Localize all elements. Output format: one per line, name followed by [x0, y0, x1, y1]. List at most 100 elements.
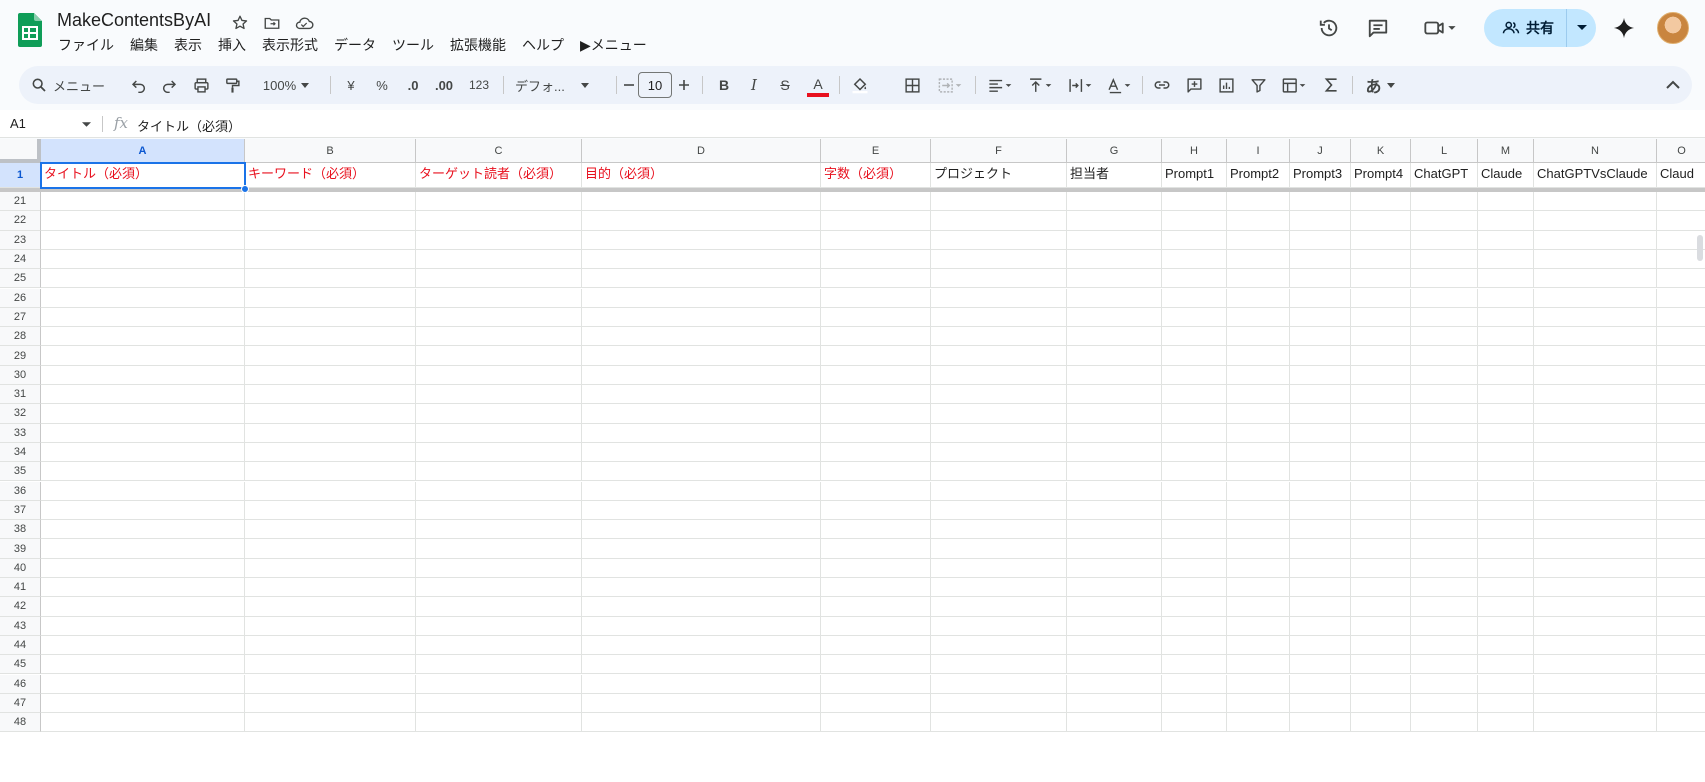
grid-cell[interactable] [1657, 559, 1705, 578]
menu-edit[interactable]: 編集 [130, 35, 166, 55]
grid-cell[interactable] [582, 558, 821, 578]
grid-cell[interactable] [821, 346, 931, 366]
row-header[interactable]: 47 [0, 693, 41, 714]
decrease-font-size-icon[interactable] [621, 66, 637, 104]
grid-cell[interactable] [1411, 655, 1478, 675]
grid-cell[interactable] [41, 520, 245, 540]
grid-cell[interactable] [821, 423, 931, 443]
grid-cell[interactable] [1227, 713, 1290, 733]
grid-cell[interactable] [41, 462, 245, 482]
grid-cell[interactable] [1290, 500, 1351, 521]
grid-cell[interactable] [1067, 327, 1162, 347]
grid-cell[interactable] [1478, 327, 1534, 347]
grid-cell[interactable] [582, 442, 821, 463]
grid-cell[interactable] [931, 327, 1067, 347]
header-cell[interactable]: タイトル（必須） [41, 163, 245, 188]
grid-cell[interactable] [1657, 520, 1705, 540]
grid-cell[interactable] [821, 230, 931, 250]
grid-cell[interactable] [1227, 346, 1290, 366]
grid-cell[interactable] [1290, 327, 1351, 347]
grid-cell[interactable] [1657, 366, 1705, 385]
grid-cell[interactable] [1534, 674, 1657, 694]
grid-cell[interactable] [1067, 346, 1162, 366]
zoom-select[interactable]: 100% [255, 66, 317, 104]
grid-cell[interactable] [1290, 288, 1351, 308]
grid-cell[interactable] [931, 249, 1067, 270]
grid-cell[interactable] [1351, 269, 1411, 289]
row-header[interactable]: 37 [0, 500, 41, 521]
grid-cell[interactable] [582, 404, 821, 424]
grid-cell[interactable] [1534, 211, 1657, 231]
increase-decimal-button[interactable]: .00 [431, 66, 457, 104]
spreadsheet-grid[interactable]: A B C D E F G H I J K L M N O 1 タイトル（必須） キーワード（必須） ターゲット読者… [0, 139, 1705, 782]
grid-cell[interactable] [41, 269, 245, 289]
grid-cell[interactable] [1351, 346, 1411, 366]
grid-cell[interactable] [1534, 230, 1657, 250]
grid-cell[interactable] [1534, 616, 1657, 636]
grid-cell[interactable] [245, 269, 416, 289]
grid-cell[interactable] [41, 558, 245, 578]
grid-cell[interactable] [1657, 308, 1705, 328]
chevron-down-icon[interactable] [82, 122, 91, 128]
grid-cell[interactable] [416, 288, 582, 308]
grid-cell[interactable] [1411, 192, 1478, 212]
grid-cell[interactable] [1478, 192, 1534, 212]
grid-cell[interactable] [1411, 635, 1478, 656]
grid-cell[interactable] [1534, 520, 1657, 540]
grid-cell[interactable] [1067, 307, 1162, 328]
grid-cell[interactable] [1478, 558, 1534, 578]
grid-cell[interactable] [1162, 327, 1227, 347]
grid-cell[interactable] [1478, 539, 1534, 559]
grid-cell[interactable] [1534, 481, 1657, 501]
header-cell[interactable]: Prompt4 [1351, 163, 1411, 188]
grid-cell[interactable] [1227, 655, 1290, 675]
grid-cell[interactable] [931, 713, 1067, 733]
grid-cell[interactable] [416, 558, 582, 578]
grid-cell[interactable] [1227, 539, 1290, 559]
grid-cell[interactable] [1227, 423, 1290, 443]
grid-cell[interactable] [1478, 346, 1534, 366]
column-header[interactable]: E [821, 139, 931, 163]
grid-cell[interactable] [582, 655, 821, 675]
column-header[interactable]: K [1351, 139, 1411, 163]
grid-cell[interactable] [931, 230, 1067, 250]
grid-cell[interactable] [1534, 442, 1657, 463]
grid-cell[interactable] [41, 713, 245, 733]
grid-cell[interactable] [1534, 288, 1657, 308]
grid-cell[interactable] [1657, 655, 1705, 675]
row-header[interactable]: 34 [0, 442, 41, 463]
grid-cell[interactable] [821, 616, 931, 636]
grid-cell[interactable] [1162, 404, 1227, 424]
grid-cell[interactable] [821, 327, 931, 347]
grid-cell[interactable] [1227, 520, 1290, 540]
grid-cell[interactable] [582, 481, 821, 501]
grid-cell[interactable] [1411, 674, 1478, 694]
grid-cell[interactable] [416, 442, 582, 463]
grid-cell[interactable] [1534, 462, 1657, 482]
grid-cell[interactable] [1067, 693, 1162, 714]
grid-cell[interactable] [1534, 578, 1657, 598]
grid-cell[interactable] [1411, 520, 1478, 540]
grid-cell[interactable] [931, 423, 1067, 443]
grid-cell[interactable] [1227, 404, 1290, 424]
row-header[interactable]: 30 [0, 365, 41, 385]
row-header[interactable]: 27 [0, 307, 41, 328]
grid-cell[interactable] [1534, 597, 1657, 617]
grid-cell[interactable] [1411, 288, 1478, 308]
text-color-button[interactable]: A [805, 66, 831, 104]
grid-cell[interactable] [1478, 249, 1534, 270]
input-tools-button[interactable]: あ [1361, 66, 1399, 104]
text-wrap-icon[interactable] [1063, 66, 1097, 104]
grid-cell[interactable] [1351, 230, 1411, 250]
grid-cell[interactable] [931, 616, 1067, 636]
grid-cell[interactable] [1657, 211, 1705, 231]
grid-cell[interactable] [821, 288, 931, 308]
grid-cell[interactable] [1067, 442, 1162, 463]
grid-cell[interactable] [41, 230, 245, 250]
grid-cell[interactable] [1478, 442, 1534, 463]
grid-cell[interactable] [1162, 462, 1227, 482]
grid-cell[interactable] [1162, 230, 1227, 250]
grid-cell[interactable] [931, 539, 1067, 559]
grid-cell[interactable] [821, 249, 931, 270]
menu-insert[interactable]: 挿入 [218, 35, 254, 55]
